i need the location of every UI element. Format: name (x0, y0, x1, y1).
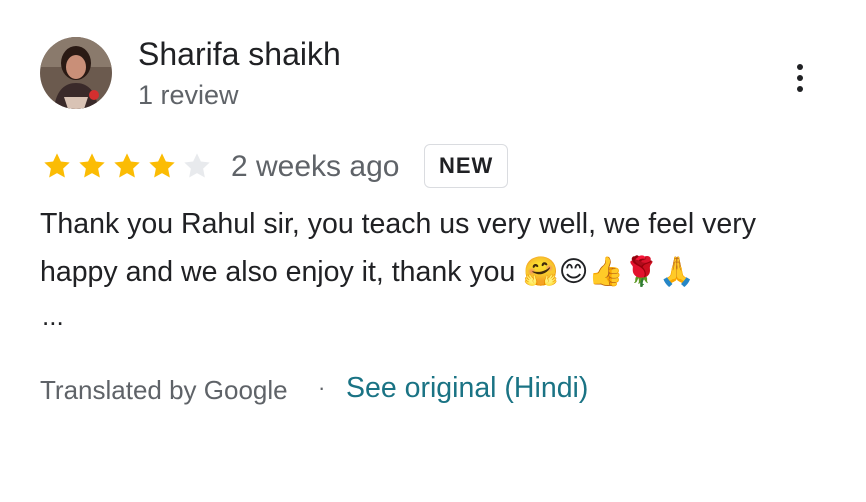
separator-dot: · (318, 375, 326, 400)
more-options-icon[interactable] (786, 58, 814, 98)
reviewer-review-count: 1 review (138, 80, 239, 110)
expand-review-ellipsis[interactable]: ... (42, 298, 64, 334)
reviewer-name[interactable]: Sharifa shaikh (138, 34, 341, 74)
star-filled-icon (44, 153, 70, 178)
star-filled-icon (149, 153, 175, 178)
star-rating (40, 150, 214, 182)
see-original-link[interactable]: See original (Hindi) (346, 370, 588, 406)
star-empty-icon (184, 153, 210, 178)
new-badge: NEW (424, 144, 509, 188)
reviewer-avatar[interactable] (40, 37, 112, 109)
review-time: 2 weeks ago (231, 150, 400, 183)
star-filled-icon (79, 153, 105, 178)
avatar-image (40, 37, 112, 109)
review-text: Thank you Rahul sir, you teach us very w… (40, 208, 756, 288)
star-filled-icon (114, 153, 140, 178)
translated-by-label: Translated by Google (40, 375, 288, 405)
